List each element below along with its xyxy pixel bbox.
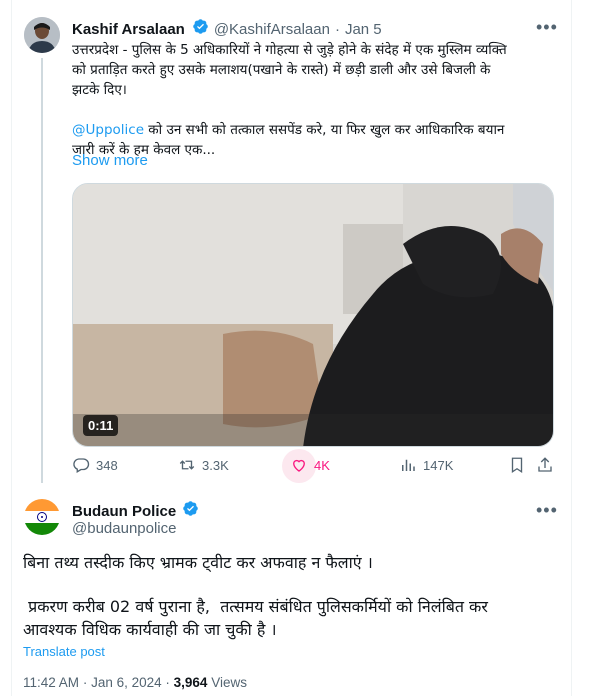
views-count: 147K <box>423 457 454 473</box>
reply-text-line: बिना तथ्य तस्दीक किए भ्रामक ट्वीट कर अफव… <box>23 553 373 572</box>
reply-author-name[interactable]: Budaun Police <box>72 503 176 520</box>
verified-icon <box>182 500 199 522</box>
tweet-header: Kashif Arsalaan @KashifArsalaan · Jan 5 <box>72 18 382 40</box>
separator: · <box>334 20 340 38</box>
reply-text-line: आवश्यक विधिक कार्यवाही की जा चुकी है । <box>23 620 277 639</box>
translate-post-link[interactable]: Translate post <box>23 644 105 659</box>
tweet-text-line: उत्तरप्रदेश - पुलिस के 5 अधिकारियों ने ग… <box>72 42 507 58</box>
author-name[interactable]: Kashif Arsalaan <box>72 21 185 38</box>
reply-author-avatar[interactable] <box>24 499 60 535</box>
reply-meta: 11:42 AM · Jan 6, 2024 · 3,964 Views <box>23 675 247 690</box>
bookmark-button[interactable] <box>508 456 526 474</box>
like-button[interactable]: 4K <box>282 449 330 483</box>
thread-connector <box>41 58 43 483</box>
mention-link[interactable]: @Uppolice <box>72 122 144 138</box>
video-player[interactable]: 0:11 <box>72 183 554 447</box>
like-count: 4K <box>314 457 330 473</box>
tweet-text: उत्तरप्रदेश - पुलिस के 5 अधिकारियों ने ग… <box>72 40 542 160</box>
repost-button[interactable]: 3.3K <box>178 456 229 474</box>
repost-icon <box>179 460 195 470</box>
video-thumbnail <box>73 184 553 446</box>
author-handle[interactable]: @KashifArsalaan <box>214 21 330 38</box>
tweet-date[interactable]: Jan 5 <box>345 21 382 38</box>
reply-author-handle[interactable]: @budaunpolice <box>72 520 176 537</box>
post-time[interactable]: 11:42 AM <box>23 675 79 690</box>
reply-icon <box>73 458 90 473</box>
reply-count: 348 <box>96 457 118 473</box>
verified-icon <box>192 18 209 40</box>
views-label: Views <box>211 675 247 690</box>
views-total: 3,964 <box>173 675 208 690</box>
tweet-text-line: को प्रताड़ित करते हुए उसके मलाशय(पखाने क… <box>72 62 491 78</box>
video-duration: 0:11 <box>83 415 119 436</box>
repost-count: 3.3K <box>202 457 229 473</box>
share-button[interactable] <box>536 456 554 474</box>
reply-button[interactable]: 348 <box>72 456 118 474</box>
more-icon[interactable]: ••• <box>536 18 558 36</box>
author-avatar[interactable] <box>24 17 60 53</box>
reply-header: Budaun Police <box>72 500 199 522</box>
views-button[interactable]: 147K <box>399 456 453 474</box>
share-icon <box>538 457 552 472</box>
more-icon[interactable]: ••• <box>536 501 558 519</box>
post-date[interactable]: Jan 6, 2024 <box>91 675 162 690</box>
views-icon <box>402 459 415 471</box>
tweet-text-line: @Uppolice को उन सभी को तत्काल ससपेंड करे… <box>72 122 505 138</box>
tweet-text-line: झटके दिए। <box>72 82 127 98</box>
reply-text-line: प्रकरण करीब 02 वर्ष पुराना है, तत्समय सं… <box>23 597 488 616</box>
bookmark-icon <box>511 457 523 474</box>
like-icon <box>293 459 305 472</box>
tweet-actions: 348 3.3K 4K 147K <box>72 449 554 483</box>
show-more-link[interactable]: Show more <box>72 152 148 169</box>
